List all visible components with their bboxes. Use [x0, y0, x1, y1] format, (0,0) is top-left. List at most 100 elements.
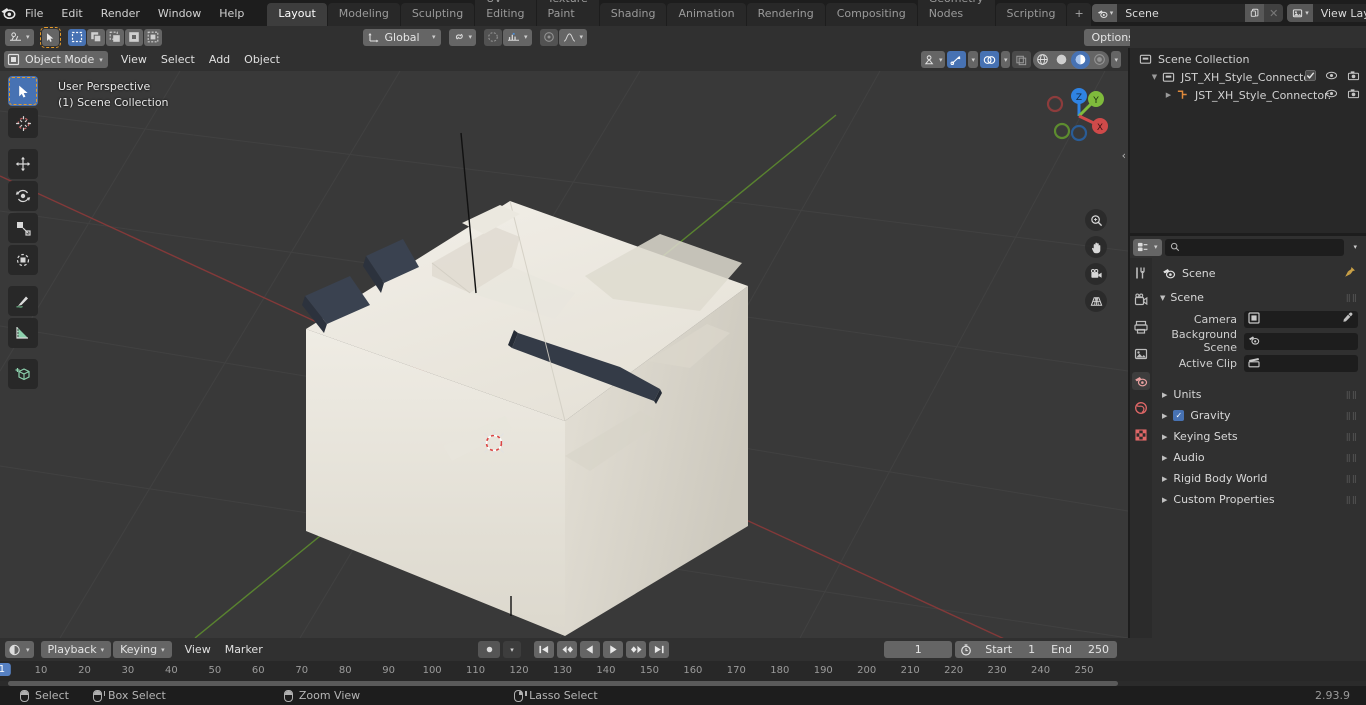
wireframe-shading-button[interactable] — [1033, 51, 1052, 69]
show-overlays-toggle[interactable] — [979, 51, 999, 68]
material-preview-shading-button[interactable] — [1071, 50, 1091, 69]
auto-keying-dropdown-icon[interactable]: ▾ — [503, 641, 521, 658]
scale-tool-icon[interactable] — [8, 213, 38, 243]
xray-toggle[interactable] — [1012, 51, 1032, 68]
select-set-mode-icon[interactable] — [67, 28, 86, 46]
jump-prev-keyframe-icon[interactable] — [557, 641, 577, 658]
panel-header-custom-properties[interactable]: ▶ Custom Properties ⣿⣿ — [1152, 489, 1366, 510]
rendered-shading-button[interactable] — [1090, 51, 1109, 69]
workspace-tab-uv-editing[interactable]: UV Editing — [475, 0, 536, 26]
eyedropper-icon[interactable] — [1342, 312, 1353, 326]
navigation-gizmo[interactable]: Z Y X — [1042, 79, 1116, 153]
panel-header-units[interactable]: ▶ Units ⣿⣿ — [1152, 384, 1366, 405]
property-field-camera[interactable] — [1244, 310, 1358, 328]
texture-icon[interactable] — [1132, 426, 1150, 444]
viewport-menu-add[interactable]: Add — [202, 51, 237, 68]
outliner-row[interactable]: ▼ JST_XH_Style_Connector — [1130, 68, 1366, 86]
use-preview-range-icon[interactable] — [955, 643, 977, 656]
disclosure-triangle-icon[interactable]: ▶ — [1164, 91, 1173, 99]
cursor-tool-icon[interactable] — [8, 108, 38, 138]
blender-logo-icon[interactable] — [0, 0, 16, 26]
grid-icon[interactable] — [1085, 290, 1107, 312]
timeline-playhead[interactable]: 1 — [0, 663, 12, 676]
properties-editor-type-selector[interactable]: ▾ — [1133, 238, 1162, 256]
proportional-falloff-selector[interactable]: ▾ — [503, 28, 532, 46]
proportional-object-toggle[interactable] — [539, 28, 558, 46]
pin-icon[interactable] — [1344, 266, 1356, 281]
world-icon[interactable] — [1132, 399, 1150, 417]
outliner-visibility-icon[interactable] — [1325, 88, 1338, 102]
select-subtract-mode-icon[interactable] — [105, 28, 124, 46]
transform-orientation-selector[interactable]: Global ▾ — [362, 28, 441, 46]
menu-window[interactable]: Window — [149, 4, 210, 23]
workspace-tab-texture-paint[interactable]: Texture Paint — [536, 0, 599, 26]
outliner-panel[interactable]: Scene Collection ▼ JST_XH_Style_Connector ▶… — [1130, 48, 1366, 233]
sidebar-toggle-arrow[interactable]: ‹ — [1122, 149, 1126, 162]
workspace-tab-layout[interactable]: Layout — [267, 2, 327, 26]
view-layer-name[interactable]: View Layer — [1312, 4, 1366, 22]
menu-render[interactable]: Render — [92, 4, 149, 23]
auto-keying-toggle[interactable] — [478, 641, 500, 658]
scene-icon[interactable] — [1132, 372, 1150, 390]
show-gizmo-toggle[interactable] — [947, 51, 967, 68]
panel-header-gravity[interactable]: ▶ ✓ Gravity ⣿⣿ — [1152, 405, 1366, 426]
panel-header-audio[interactable]: ▶ Audio ⣿⣿ — [1152, 447, 1366, 468]
timeline-editor-type-selector[interactable]: ▾ — [5, 641, 34, 658]
outliner-render-icon[interactable] — [1347, 88, 1360, 102]
timeline-view-menu[interactable]: View — [178, 641, 218, 658]
disclosure-triangle-icon[interactable]: ▼ — [1150, 73, 1159, 81]
jump-next-keyframe-icon[interactable] — [626, 641, 646, 658]
start-frame-input[interactable]: Start 1 — [977, 641, 1043, 658]
workspace-tab-rendering[interactable]: Rendering — [746, 2, 825, 26]
select-invert-mode-icon[interactable] — [124, 28, 143, 46]
outliner-checkbox[interactable] — [1305, 70, 1316, 84]
panel-checkbox[interactable]: ✓ — [1173, 410, 1185, 421]
camera-icon[interactable] — [1085, 263, 1107, 285]
panel-header-scene[interactable]: ▼ Scene ⣿⣿ — [1152, 287, 1366, 308]
proportional-edit-toggle[interactable] — [484, 28, 503, 46]
timeline-ruler[interactable]: 10 20 30 40 50 60 70 80 90 100 110 120 130 140 150 160 1… — [0, 661, 1366, 681]
scene-selector[interactable]: ▾ Scene ✕ — [1091, 4, 1284, 22]
add-cube-tool-icon[interactable] — [8, 359, 38, 389]
timeline-marker-menu[interactable]: Marker — [218, 641, 270, 658]
tweak-select-tool-icon[interactable] — [8, 76, 38, 106]
annotate-tool-icon[interactable] — [8, 286, 38, 316]
falloff-curve-selector[interactable]: ▾ — [558, 28, 588, 46]
properties-panel[interactable]: Scene ▼ Scene ⣿⣿ Camera Background Scene A… — [1152, 258, 1366, 638]
delete-scene-icon[interactable]: ✕ — [1264, 4, 1284, 22]
transform-tool-icon[interactable] — [8, 245, 38, 275]
select-extend-mode-icon[interactable] — [86, 28, 105, 46]
measure-tool-icon[interactable] — [8, 318, 38, 348]
gizmo-dropdown-icon[interactable]: ▾ — [968, 51, 978, 68]
overlays-dropdown-icon[interactable]: ▾ — [1000, 51, 1011, 68]
shading-dropdown-icon[interactable]: ▾ — [1111, 51, 1121, 68]
editor-type-selector[interactable]: ▾ — [5, 28, 34, 46]
end-frame-input[interactable]: End 250 — [1043, 641, 1117, 658]
viewport-menu-select[interactable]: Select — [154, 51, 202, 68]
select-intersect-mode-icon[interactable] — [143, 28, 162, 46]
jump-to-end-icon[interactable] — [649, 641, 669, 658]
jump-to-start-icon[interactable] — [534, 641, 554, 658]
workspace-tab-modeling[interactable]: Modeling — [327, 2, 400, 26]
workspace-tab-geometry-nodes[interactable]: Geometry Nodes — [917, 0, 995, 26]
panel-header-keying-sets[interactable]: ▶ Keying Sets ⣿⣿ — [1152, 426, 1366, 447]
play-reverse-icon[interactable] — [580, 641, 600, 658]
viewport-menu-view[interactable]: View — [114, 51, 154, 68]
workspace-tab--[interactable]: + — [1067, 2, 1091, 26]
new-scene-icon[interactable] — [1245, 4, 1265, 22]
visibility-selector[interactable]: ▾ — [920, 51, 946, 68]
playback-dropdown[interactable]: Playback ▾ — [40, 641, 112, 658]
viewport-3d[interactable]: User Perspective (1) Scene Collection Z … — [0, 71, 1128, 638]
menu-help[interactable]: Help — [210, 4, 253, 23]
rotate-tool-icon[interactable] — [8, 181, 38, 211]
workspace-tab-compositing[interactable]: Compositing — [825, 2, 917, 26]
current-frame-input[interactable]: 1 — [884, 641, 953, 658]
panel-header-rigid-body-world[interactable]: ▶ Rigid Body World ⣿⣿ — [1152, 468, 1366, 489]
outliner-visibility-icon[interactable] — [1325, 70, 1338, 84]
object-mode-selector[interactable]: Object Mode ▾ — [4, 51, 108, 68]
menu-file[interactable]: File — [16, 4, 52, 23]
property-field-active-clip[interactable] — [1244, 354, 1358, 372]
play-icon[interactable] — [603, 641, 623, 658]
viewport-menu-object[interactable]: Object — [237, 51, 287, 68]
zoom-icon[interactable] — [1085, 209, 1107, 231]
